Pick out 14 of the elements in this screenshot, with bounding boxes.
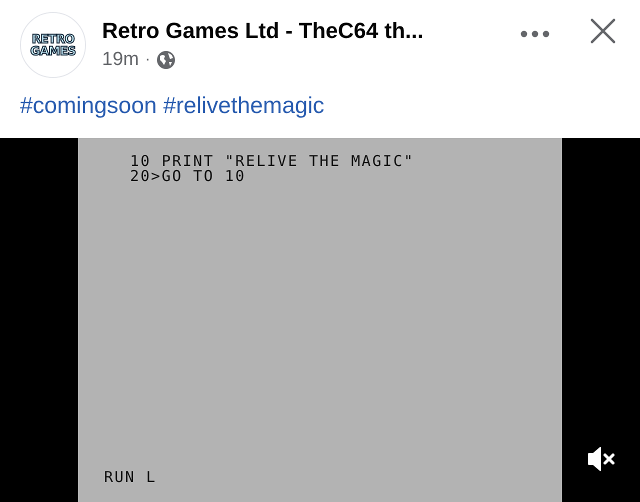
- code-line: 10 PRINT "RELIVE THE MAGIC": [130, 154, 416, 169]
- more-icon[interactable]: [520, 30, 550, 38]
- hashtag-text: #comingsoon #relivethemagic: [20, 92, 326, 120]
- author-name[interactable]: Retro Games Ltd - TheC64 th...: [102, 18, 520, 44]
- globe-icon: [156, 50, 176, 70]
- separator-dot: ·: [144, 51, 150, 69]
- post-time: 19m: [102, 49, 139, 71]
- video-player[interactable]: 10 PRINT "RELIVE THE MAGIC" 20>GO TO 10 RUN L: [0, 138, 640, 502]
- status-line: RUN L: [103, 468, 158, 486]
- close-icon[interactable]: [590, 18, 616, 44]
- muted-speaker-icon[interactable]: [586, 446, 616, 472]
- code-line: 20>GO TO 10: [130, 169, 247, 184]
- logo-text: GAMES: [30, 45, 76, 57]
- logo-text: RETRO: [32, 33, 74, 45]
